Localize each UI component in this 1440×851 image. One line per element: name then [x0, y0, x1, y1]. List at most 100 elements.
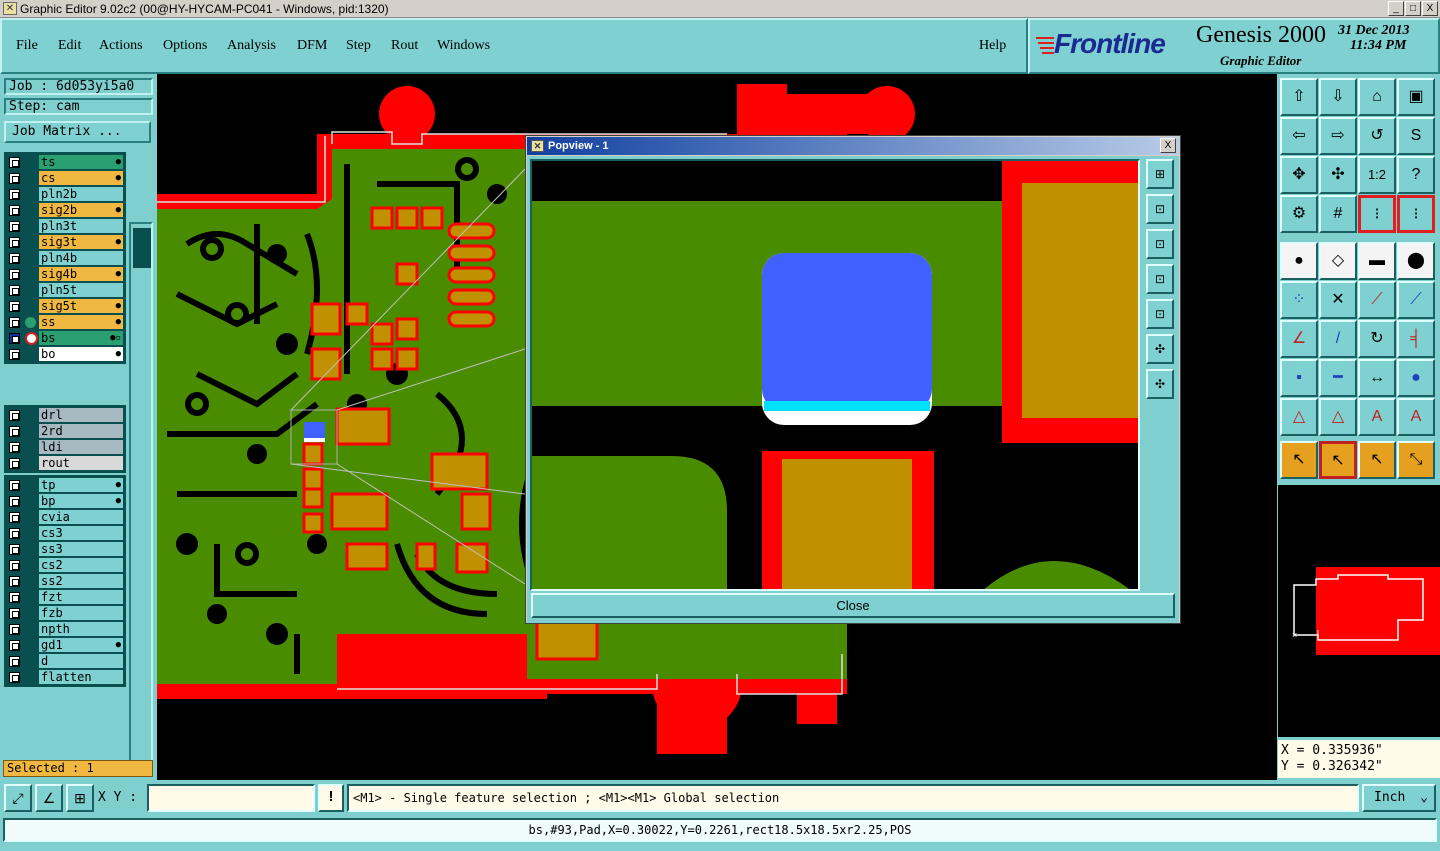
layer-scrollbar[interactable]	[129, 222, 153, 766]
menu-windows[interactable]: Windows	[437, 38, 490, 54]
layer-toggle-cs2[interactable]	[9, 560, 20, 571]
measure-ruler-icon[interactable]: ▬	[1358, 242, 1396, 280]
menu-dfm[interactable]: DFM	[297, 38, 327, 54]
arc-draw-icon[interactable]: ↻	[1358, 320, 1396, 358]
layer-toggle-pln2b[interactable]	[9, 189, 20, 200]
popview-fit-icon[interactable]: ⊞	[1146, 159, 1174, 189]
pan-left-icon[interactable]: ⇦	[1280, 117, 1318, 155]
add-surface-icon[interactable]: ◇	[1319, 242, 1357, 280]
layer-toggle-pln5t[interactable]	[9, 285, 20, 296]
line-arrow-icon[interactable]: ⟋	[1397, 281, 1435, 319]
layer-toggle-ss[interactable]	[9, 317, 20, 328]
display-control-icon[interactable]: ⁝	[1358, 195, 1396, 233]
layer-row-bp[interactable]: bp ●	[4, 493, 126, 509]
line-draw-icon[interactable]: /	[1319, 320, 1357, 358]
zoom-window-icon[interactable]: ▣	[1397, 78, 1435, 116]
select-net-icon[interactable]: ⤡	[1397, 441, 1435, 479]
menu-file[interactable]: File	[16, 38, 38, 54]
layer-toggle-bo[interactable]	[9, 349, 20, 360]
layer-toggle-ss2[interactable]	[9, 576, 20, 587]
layer-row-bo[interactable]: bo ●	[4, 346, 126, 362]
layer-row-drl[interactable]: drl	[4, 407, 126, 423]
snap-icon[interactable]: S	[1397, 117, 1435, 155]
layer-toggle-sig5t[interactable]	[9, 301, 20, 312]
menu-edit[interactable]: Edit	[58, 38, 81, 54]
layer-toggle-2rd[interactable]	[9, 426, 20, 437]
layer-row-2rd[interactable]: 2rd	[4, 423, 126, 439]
popview-zoom-bottom-icon[interactable]: ⊡	[1146, 229, 1174, 259]
grid-icon[interactable]: #	[1319, 195, 1357, 233]
home-view-icon[interactable]: ⌂	[1358, 78, 1396, 116]
angle-icon[interactable]: ∠	[1280, 320, 1318, 358]
trace-break-icon[interactable]: ━	[1319, 359, 1357, 397]
popview-zoom-out-icon[interactable]: ✣	[1146, 369, 1174, 399]
layer-row-ts[interactable]: ts ●	[4, 154, 126, 170]
layer-toggle-fzt[interactable]	[9, 592, 20, 603]
layer-toggle-bs[interactable]	[9, 333, 20, 344]
snap-triangle-d-icon[interactable]: A	[1397, 398, 1435, 436]
layer-row-pln2b[interactable]: pln2b	[4, 186, 126, 202]
layer-toggle-sig2b[interactable]	[9, 205, 20, 216]
menu-step[interactable]: Step	[346, 38, 371, 54]
move-feature-icon[interactable]: ▪	[1280, 359, 1318, 397]
layer-toggle-cs3[interactable]	[9, 528, 20, 539]
selected-pad[interactable]	[304, 422, 325, 438]
layer-row-sig2b[interactable]: sig2b ●	[4, 202, 126, 218]
layer-toggle-fzb[interactable]	[9, 608, 20, 619]
popview-zoom-right-icon[interactable]: ⊡	[1146, 299, 1174, 329]
xy-input[interactable]	[147, 784, 315, 812]
zoom-home-icon[interactable]: ⇧	[1280, 78, 1318, 116]
layer-toggle-sig3t[interactable]	[9, 237, 20, 248]
layer-toggle-cvia[interactable]	[9, 512, 20, 523]
layer-toggle-tp[interactable]	[9, 480, 20, 491]
layer-toggle-npth[interactable]	[9, 624, 20, 635]
scrollbar-thumb[interactable]	[133, 228, 151, 268]
angle-snap-icon[interactable]: ∠	[35, 784, 63, 812]
layer-row-fzt[interactable]: fzt	[4, 589, 126, 605]
line-endpoint-icon[interactable]: ⟋	[1358, 281, 1396, 319]
layer-row-tp[interactable]: tp ●	[4, 477, 126, 493]
select-box-icon[interactable]: ↖	[1319, 441, 1357, 479]
layer-row-sig3t[interactable]: sig3t ●	[4, 234, 126, 250]
layer-row-fzb[interactable]: fzb	[4, 605, 126, 621]
layer-row-cs3[interactable]: cs3	[4, 525, 126, 541]
grid-snap-icon[interactable]: ⊞	[66, 784, 94, 812]
layer-toggle-rout[interactable]	[9, 458, 20, 469]
layer-row-sig5t[interactable]: sig5t ●	[4, 298, 126, 314]
job-matrix-button[interactable]: Job Matrix ...	[4, 121, 151, 143]
connect-pads-icon[interactable]: ⁘	[1280, 281, 1318, 319]
layer-toggle-ss3[interactable]	[9, 544, 20, 555]
tools-icon[interactable]: ⚙	[1280, 195, 1318, 233]
select-pointer-icon[interactable]: ↖	[1280, 441, 1318, 479]
unit-selector[interactable]: Inch ⌄	[1362, 784, 1436, 812]
overview-map[interactable]: ×	[1278, 565, 1440, 657]
close-window-button[interactable]: X	[1422, 1, 1438, 16]
select-pad-icon[interactable]: ⬤	[1397, 242, 1435, 280]
layer-toggle-pln3t[interactable]	[9, 221, 20, 232]
zoom-fit-icon[interactable]: ✥	[1280, 156, 1318, 194]
menu-actions[interactable]: Actions	[99, 38, 143, 54]
menu-options[interactable]: Options	[163, 38, 207, 54]
layer-row-ss2[interactable]: ss2	[4, 573, 126, 589]
layer-toggle-cs[interactable]	[9, 173, 20, 184]
popview-zoom-in-icon[interactable]: ✣	[1146, 334, 1174, 364]
pan-right-icon[interactable]: ⇨	[1319, 117, 1357, 155]
snap-triangle-icon[interactable]: △	[1280, 398, 1318, 436]
maximize-button[interactable]: □	[1405, 1, 1421, 16]
popview-zoom-left-icon[interactable]: ⊡	[1146, 264, 1174, 294]
zoom-1to2-icon[interactable]: 1:2	[1358, 156, 1396, 194]
cross-snap-icon[interactable]: ✕	[1319, 281, 1357, 319]
layer-row-ss3[interactable]: ss3	[4, 541, 126, 557]
layer-row-cs[interactable]: cs ●	[4, 170, 126, 186]
layer-row-rout[interactable]: rout	[4, 455, 126, 471]
menu-rout[interactable]: Rout	[391, 38, 418, 54]
layer-toggle-drl[interactable]	[9, 410, 20, 421]
layer-row-flatten[interactable]: flatten	[4, 669, 126, 685]
layer-row-ss[interactable]: ss ●	[4, 314, 126, 330]
layer-toggle-gd1[interactable]	[9, 640, 20, 651]
layer-toggle-pln4b[interactable]	[9, 253, 20, 264]
layer-toggle-ts[interactable]	[9, 157, 20, 168]
layer-row-cs2[interactable]: cs2	[4, 557, 126, 573]
popview-zoom-top-icon[interactable]: ⊡	[1146, 194, 1174, 224]
layer-row-gd1[interactable]: gd1 ●	[4, 637, 126, 653]
